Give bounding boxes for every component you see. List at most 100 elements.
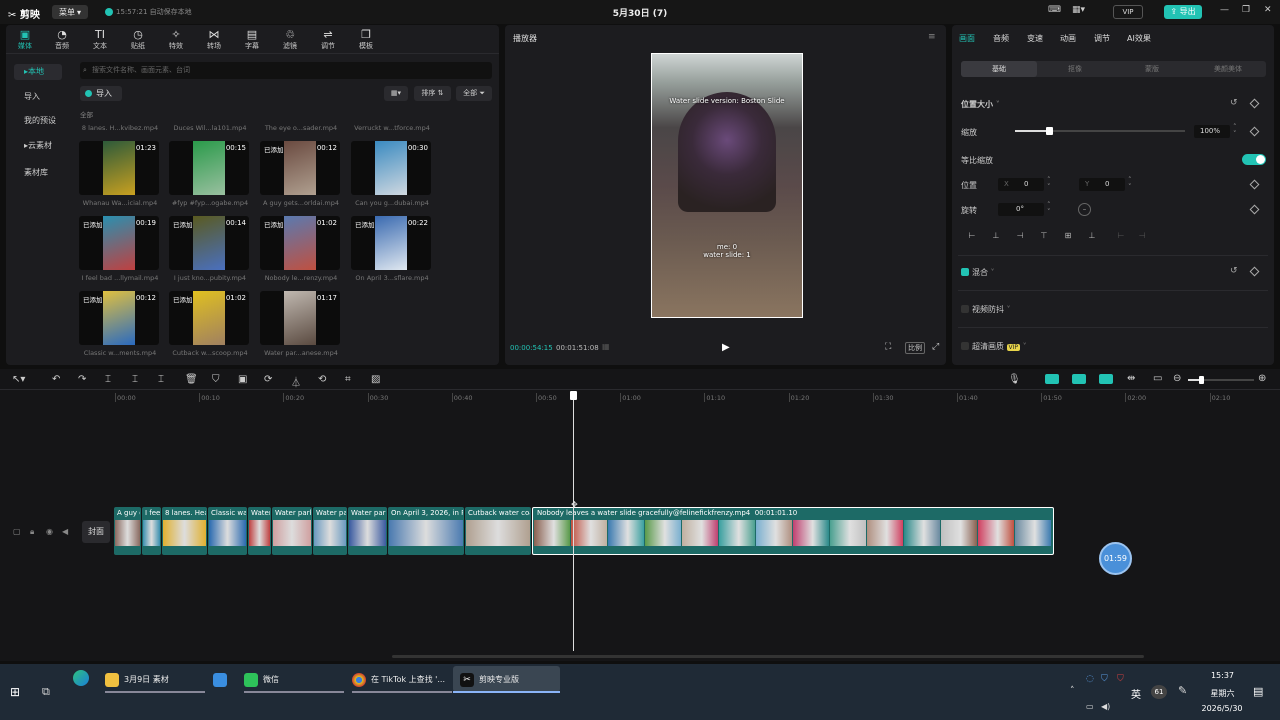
prop-tab-1[interactable]: 音频 xyxy=(993,33,1009,44)
media-thumbnail[interactable]: 已添加 00:19 xyxy=(79,216,159,270)
prop-tab-5[interactable]: AI效果 xyxy=(1127,33,1151,44)
stabilize-section[interactable]: 视频防抖 ˅ xyxy=(972,304,1011,315)
track-lock-icon[interactable]: ▢ xyxy=(13,527,21,536)
maximize-icon[interactable]: ❐ xyxy=(1242,5,1250,15)
timecode-grid-icon[interactable]: ▦ xyxy=(602,342,610,351)
reverse-icon[interactable]: ⟳ xyxy=(264,374,272,385)
prop-tab-2[interactable]: 变速 xyxy=(1027,33,1043,44)
windows-start-icon[interactable]: ⊞ xyxy=(10,685,20,699)
subtab-0[interactable]: 基础 xyxy=(961,61,1037,77)
split-left-icon[interactable]: ⌶ xyxy=(132,374,138,385)
mic-icon[interactable]: 🎙︎ xyxy=(1008,374,1021,385)
smart-icon[interactable]: ▨ xyxy=(371,374,380,385)
scale-input[interactable]: 100% xyxy=(1194,125,1230,138)
edge-browser-icon[interactable] xyxy=(73,670,89,686)
taskbar-chrome[interactable]: 在 TikTok 上查找 '... xyxy=(352,669,452,691)
media-tab-7[interactable]: ♲ 滤镜 xyxy=(275,28,305,51)
floating-time-bubble[interactable]: 01:59 xyxy=(1099,542,1132,575)
prop-tab-0[interactable]: 画面 xyxy=(959,33,975,44)
volume-icon[interactable]: ◀︎) xyxy=(1101,702,1110,711)
scale-slider-handle[interactable] xyxy=(1046,127,1053,135)
stepper-icon[interactable]: ˄ ˅ xyxy=(1128,177,1132,191)
play-icon[interactable]: ▶ xyxy=(722,342,730,353)
notification-badge[interactable]: 61 xyxy=(1151,685,1167,699)
align-icon-2[interactable]: ⊣ xyxy=(1009,229,1031,242)
network-icon[interactable]: ▭ xyxy=(1086,702,1094,711)
media-tab-2[interactable]: TI 文本 xyxy=(85,28,115,51)
taskbar-explorer[interactable]: 3月9日 素材 xyxy=(105,669,205,691)
stepper-icon[interactable]: ˄ ˅ xyxy=(1047,177,1051,191)
split-right-icon[interactable]: ⌶ xyxy=(158,374,164,385)
side-nav-item-1[interactable]: 导入 xyxy=(14,89,62,105)
stepper-icon[interactable]: ˄ ˅ xyxy=(1233,124,1237,138)
shortcuts-icon[interactable]: ⌨ xyxy=(1048,5,1061,15)
x-input[interactable]: 0 xyxy=(1024,178,1028,191)
view-toggle-icon[interactable]: ▦▾ xyxy=(384,86,408,101)
project-title[interactable]: 5月30日 (7) xyxy=(560,6,720,19)
caption-icon[interactable]: ▭ xyxy=(1153,373,1162,384)
ime-indicator[interactable]: 英 xyxy=(1131,686,1141,701)
media-thumbnail[interactable]: 00:30 xyxy=(351,141,431,195)
rotation-input[interactable]: 0° xyxy=(998,203,1044,216)
media-tab-0[interactable]: ▣ 媒体 xyxy=(10,28,40,51)
zoom-out-icon[interactable]: ⊖ xyxy=(1173,373,1181,384)
export-button[interactable]: ⇪ 导出 xyxy=(1164,5,1202,19)
security-icon[interactable]: ⛉ xyxy=(1117,674,1124,684)
taskbar-capcut[interactable]: ✂ 剪映专业版 xyxy=(460,669,560,691)
undo-icon[interactable]: ↶ xyxy=(52,374,60,385)
filter-button[interactable]: 全部 ⏷ xyxy=(456,86,492,101)
side-nav-item-4[interactable]: 素材库 xyxy=(14,165,62,181)
enhance-section[interactable]: 超清画质 VIP ˅ xyxy=(972,341,1027,352)
fit-screen-icon[interactable]: ⛶ xyxy=(885,342,891,352)
subtab-2[interactable]: 蒙版 xyxy=(1114,61,1190,77)
minimize-icon[interactable]: — xyxy=(1220,5,1229,15)
shield-icon[interactable]: ⛉ xyxy=(1101,674,1108,684)
subtab-3[interactable]: 美颜美体 xyxy=(1190,61,1266,77)
media-tab-9[interactable]: ❐ 模板 xyxy=(351,28,381,51)
sort-button[interactable]: 排序 ⇅ xyxy=(414,86,451,101)
mirror-icon[interactable]: ⏃ xyxy=(291,374,301,389)
magnet-icon[interactable] xyxy=(1045,374,1059,384)
prop-tab-3[interactable]: 动画 xyxy=(1060,33,1076,44)
task-view-icon[interactable]: ⧉ xyxy=(42,685,50,699)
rotate-icon[interactable]: ⟲ xyxy=(318,374,326,385)
align-icon-6[interactable]: ⊢ xyxy=(1110,229,1132,242)
notification-center-icon[interactable]: ▤ xyxy=(1253,685,1263,698)
taskbar-wechat[interactable]: 微信 xyxy=(244,669,344,691)
fullscreen-icon[interactable]: ⤢ xyxy=(932,342,939,352)
playhead-handle[interactable] xyxy=(570,391,577,400)
align-icon-7[interactable]: ⊣ xyxy=(1131,229,1153,242)
rotate-dial-icon[interactable]: – xyxy=(1078,203,1091,216)
media-thumbnail[interactable]: 已添加 00:12 xyxy=(260,141,340,195)
side-nav-item-0[interactable]: ▸本地 xyxy=(14,64,62,80)
media-thumbnail[interactable]: 已添加 00:22 xyxy=(351,216,431,270)
blend-section[interactable]: 混合 ˅ xyxy=(972,267,995,278)
clock-time[interactable]: 15:37 xyxy=(1200,671,1245,680)
media-thumbnail[interactable]: 已添加 01:02 xyxy=(260,216,340,270)
align-icon-3[interactable]: ⊤ xyxy=(1033,229,1055,242)
media-tab-6[interactable]: ▤ 字幕 xyxy=(237,28,267,51)
blend-checkbox[interactable] xyxy=(961,268,969,276)
linkage-icon[interactable] xyxy=(1072,374,1086,384)
search-input[interactable]: ⌕ 搜索文件名称、画面元素、台词 xyxy=(80,62,492,79)
media-thumbnail[interactable]: 已添加 01:02 xyxy=(169,291,249,345)
clock-date[interactable]: 2026/5/30 xyxy=(1192,704,1252,713)
preview-axis-icon[interactable] xyxy=(1099,374,1113,384)
align-icon-4[interactable]: ⊞ xyxy=(1057,229,1079,242)
media-tab-3[interactable]: ◷ 贴纸 xyxy=(123,28,153,51)
ratio-button[interactable]: 比例 xyxy=(905,342,925,354)
clock-weekday[interactable]: 星期六 xyxy=(1200,688,1245,699)
vip-button[interactable]: VIP xyxy=(1113,5,1143,19)
tray-expand-icon[interactable]: ˄ xyxy=(1070,686,1075,696)
crop-icon[interactable]: ⌗ xyxy=(345,374,351,385)
reset-icon[interactable]: ↺ xyxy=(1230,98,1238,108)
freeze-icon[interactable]: ▣ xyxy=(238,374,247,385)
media-tab-5[interactable]: ⋈ 转场 xyxy=(199,28,229,51)
timeline-scrollbar[interactable] xyxy=(392,655,1144,658)
taskbar-app-blue[interactable] xyxy=(213,669,235,691)
stabilize-checkbox[interactable] xyxy=(961,305,969,313)
pen-workspace-icon[interactable]: ✎ xyxy=(1178,684,1187,697)
eye-icon[interactable]: ◉ xyxy=(46,527,53,536)
import-button[interactable]: 导入 xyxy=(80,86,122,101)
position-size-section[interactable]: 位置大小 ˅ xyxy=(961,99,1000,110)
